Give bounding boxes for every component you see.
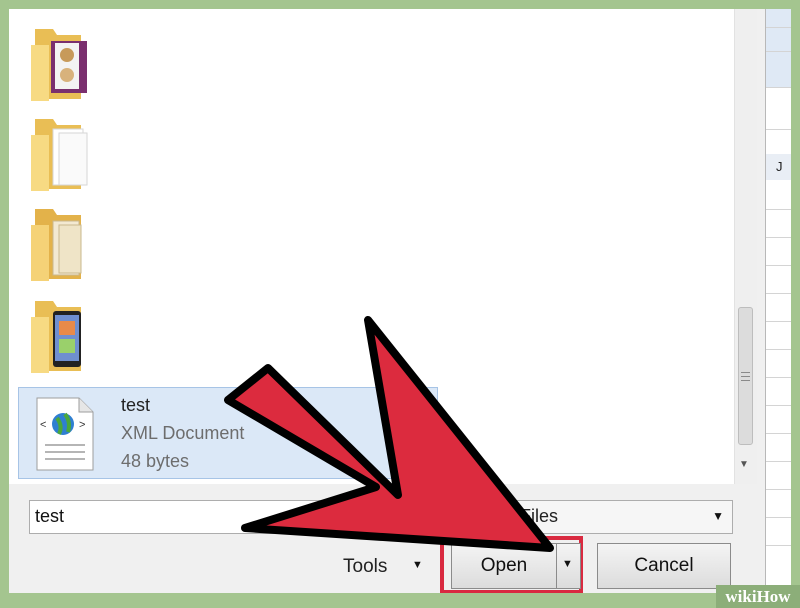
red-arrow-icon bbox=[224, 316, 554, 552]
wikihow-watermark: wikiHow bbox=[716, 585, 800, 608]
